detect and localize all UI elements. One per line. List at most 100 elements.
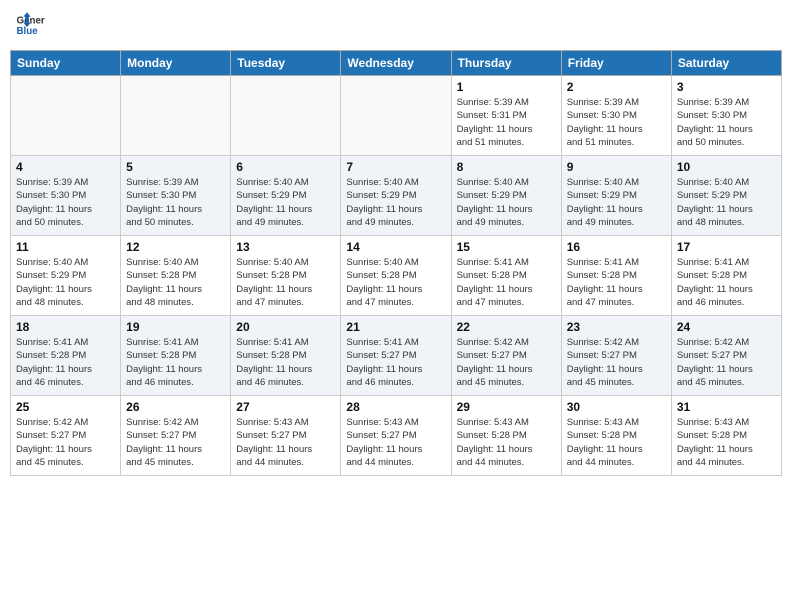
day-cell: 9 Sunrise: 5:40 AM Sunset: 5:29 PM Daylig…: [561, 156, 671, 236]
day-cell: 3 Sunrise: 5:39 AM Sunset: 5:30 PM Daylig…: [671, 76, 781, 156]
day-info: Sunrise: 5:42 AM Sunset: 5:27 PM Dayligh…: [457, 336, 556, 389]
weekday-header-thursday: Thursday: [451, 51, 561, 76]
day-number: 12: [126, 240, 225, 254]
day-cell: 26 Sunrise: 5:42 AM Sunset: 5:27 PM Dayli…: [121, 396, 231, 476]
day-info: Sunrise: 5:41 AM Sunset: 5:28 PM Dayligh…: [457, 256, 556, 309]
day-info: Sunrise: 5:41 AM Sunset: 5:28 PM Dayligh…: [236, 336, 335, 389]
day-number: 1: [457, 80, 556, 94]
day-cell: 23 Sunrise: 5:42 AM Sunset: 5:27 PM Dayli…: [561, 316, 671, 396]
day-number: 7: [346, 160, 445, 174]
day-cell: 20 Sunrise: 5:41 AM Sunset: 5:28 PM Dayli…: [231, 316, 341, 396]
day-number: 15: [457, 240, 556, 254]
day-info: Sunrise: 5:40 AM Sunset: 5:28 PM Dayligh…: [346, 256, 445, 309]
day-cell: 11 Sunrise: 5:40 AM Sunset: 5:29 PM Dayli…: [11, 236, 121, 316]
day-info: Sunrise: 5:43 AM Sunset: 5:28 PM Dayligh…: [457, 416, 556, 469]
day-number: 11: [16, 240, 115, 254]
week-row-2: 4 Sunrise: 5:39 AM Sunset: 5:30 PM Daylig…: [11, 156, 782, 236]
day-cell: 5 Sunrise: 5:39 AM Sunset: 5:30 PM Daylig…: [121, 156, 231, 236]
day-number: 31: [677, 400, 776, 414]
day-cell: 6 Sunrise: 5:40 AM Sunset: 5:29 PM Daylig…: [231, 156, 341, 236]
day-cell: 27Sunrise: 5:43 AM Sunset: 5:27 PM Dayli…: [231, 396, 341, 476]
day-number: 6: [236, 160, 335, 174]
day-info: Sunrise: 5:40 AM Sunset: 5:29 PM Dayligh…: [16, 256, 115, 309]
day-info: Sunrise: 5:40 AM Sunset: 5:28 PM Dayligh…: [126, 256, 225, 309]
day-cell: 7 Sunrise: 5:40 AM Sunset: 5:29 PM Daylig…: [341, 156, 451, 236]
day-number: 3: [677, 80, 776, 94]
weekday-header-monday: Monday: [121, 51, 231, 76]
day-cell: 17Sunrise: 5:41 AM Sunset: 5:28 PM Dayli…: [671, 236, 781, 316]
day-info: Sunrise: 5:39 AM Sunset: 5:30 PM Dayligh…: [677, 96, 776, 149]
day-info: Sunrise: 5:43 AM Sunset: 5:27 PM Dayligh…: [346, 416, 445, 469]
day-number: 25: [16, 400, 115, 414]
day-cell: 30Sunrise: 5:43 AM Sunset: 5:28 PM Dayli…: [561, 396, 671, 476]
day-cell: 28Sunrise: 5:43 AM Sunset: 5:27 PM Dayli…: [341, 396, 451, 476]
day-cell: [231, 76, 341, 156]
day-info: Sunrise: 5:40 AM Sunset: 5:29 PM Dayligh…: [457, 176, 556, 229]
day-number: 18: [16, 320, 115, 334]
day-number: 4: [16, 160, 115, 174]
day-number: 13: [236, 240, 335, 254]
day-number: 27: [236, 400, 335, 414]
day-info: Sunrise: 5:42 AM Sunset: 5:27 PM Dayligh…: [567, 336, 666, 389]
day-cell: 4Sunrise: 5:39 AM Sunset: 5:30 PM Daylig…: [11, 156, 121, 236]
day-cell: 2 Sunrise: 5:39 AM Sunset: 5:30 PM Daylig…: [561, 76, 671, 156]
day-info: Sunrise: 5:42 AM Sunset: 5:27 PM Dayligh…: [16, 416, 115, 469]
day-info: Sunrise: 5:39 AM Sunset: 5:31 PM Dayligh…: [457, 96, 556, 149]
day-number: 5: [126, 160, 225, 174]
day-number: 20: [236, 320, 335, 334]
calendar-body: 1 Sunrise: 5:39 AM Sunset: 5:31 PM Daylig…: [11, 76, 782, 476]
calendar-header: SundayMondayTuesdayWednesdayThursdayFrid…: [11, 51, 782, 76]
weekday-header-tuesday: Tuesday: [231, 51, 341, 76]
day-info: Sunrise: 5:41 AM Sunset: 5:28 PM Dayligh…: [567, 256, 666, 309]
day-cell: 22 Sunrise: 5:42 AM Sunset: 5:27 PM Dayli…: [451, 316, 561, 396]
day-number: 16: [567, 240, 666, 254]
day-info: Sunrise: 5:39 AM Sunset: 5:30 PM Dayligh…: [567, 96, 666, 149]
day-number: 23: [567, 320, 666, 334]
day-cell: 10Sunrise: 5:40 AM Sunset: 5:29 PM Dayli…: [671, 156, 781, 236]
day-number: 29: [457, 400, 556, 414]
day-info: Sunrise: 5:40 AM Sunset: 5:29 PM Dayligh…: [677, 176, 776, 229]
weekday-header-wednesday: Wednesday: [341, 51, 451, 76]
logo: General Blue: [15, 10, 49, 40]
day-cell: 12 Sunrise: 5:40 AM Sunset: 5:28 PM Dayli…: [121, 236, 231, 316]
weekday-header-sunday: Sunday: [11, 51, 121, 76]
day-number: 14: [346, 240, 445, 254]
week-row-1: 1 Sunrise: 5:39 AM Sunset: 5:31 PM Daylig…: [11, 76, 782, 156]
day-info: Sunrise: 5:40 AM Sunset: 5:29 PM Dayligh…: [346, 176, 445, 229]
week-row-4: 18 Sunrise: 5:41 AM Sunset: 5:28 PM Dayli…: [11, 316, 782, 396]
svg-text:Blue: Blue: [17, 26, 39, 37]
day-number: 26: [126, 400, 225, 414]
day-info: Sunrise: 5:39 AM Sunset: 5:30 PM Dayligh…: [126, 176, 225, 229]
day-cell: 1 Sunrise: 5:39 AM Sunset: 5:31 PM Daylig…: [451, 76, 561, 156]
calendar-table: SundayMondayTuesdayWednesdayThursdayFrid…: [10, 50, 782, 476]
day-number: 9: [567, 160, 666, 174]
day-cell: 31 Sunrise: 5:43 AM Sunset: 5:28 PM Dayli…: [671, 396, 781, 476]
day-cell: 8 Sunrise: 5:40 AM Sunset: 5:29 PM Daylig…: [451, 156, 561, 236]
day-cell: 19 Sunrise: 5:41 AM Sunset: 5:28 PM Dayli…: [121, 316, 231, 396]
day-cell: 29 Sunrise: 5:43 AM Sunset: 5:28 PM Dayli…: [451, 396, 561, 476]
day-number: 2: [567, 80, 666, 94]
week-row-3: 11 Sunrise: 5:40 AM Sunset: 5:29 PM Dayli…: [11, 236, 782, 316]
day-number: 19: [126, 320, 225, 334]
day-info: Sunrise: 5:40 AM Sunset: 5:29 PM Dayligh…: [236, 176, 335, 229]
day-number: 8: [457, 160, 556, 174]
day-info: Sunrise: 5:42 AM Sunset: 5:27 PM Dayligh…: [126, 416, 225, 469]
day-info: Sunrise: 5:40 AM Sunset: 5:29 PM Dayligh…: [567, 176, 666, 229]
day-cell: 15 Sunrise: 5:41 AM Sunset: 5:28 PM Dayli…: [451, 236, 561, 316]
day-number: 22: [457, 320, 556, 334]
day-number: 17: [677, 240, 776, 254]
weekday-header-saturday: Saturday: [671, 51, 781, 76]
week-row-5: 25 Sunrise: 5:42 AM Sunset: 5:27 PM Dayli…: [11, 396, 782, 476]
day-info: Sunrise: 5:43 AM Sunset: 5:28 PM Dayligh…: [677, 416, 776, 469]
day-cell: [121, 76, 231, 156]
day-info: Sunrise: 5:42 AM Sunset: 5:27 PM Dayligh…: [677, 336, 776, 389]
day-cell: 24 Sunrise: 5:42 AM Sunset: 5:27 PM Dayli…: [671, 316, 781, 396]
day-cell: 16 Sunrise: 5:41 AM Sunset: 5:28 PM Dayli…: [561, 236, 671, 316]
day-cell: 21Sunrise: 5:41 AM Sunset: 5:27 PM Dayli…: [341, 316, 451, 396]
day-info: Sunrise: 5:41 AM Sunset: 5:28 PM Dayligh…: [126, 336, 225, 389]
logo-icon: General Blue: [15, 10, 45, 40]
svg-text:General: General: [17, 16, 46, 27]
day-number: 24: [677, 320, 776, 334]
weekday-header-friday: Friday: [561, 51, 671, 76]
day-number: 21: [346, 320, 445, 334]
